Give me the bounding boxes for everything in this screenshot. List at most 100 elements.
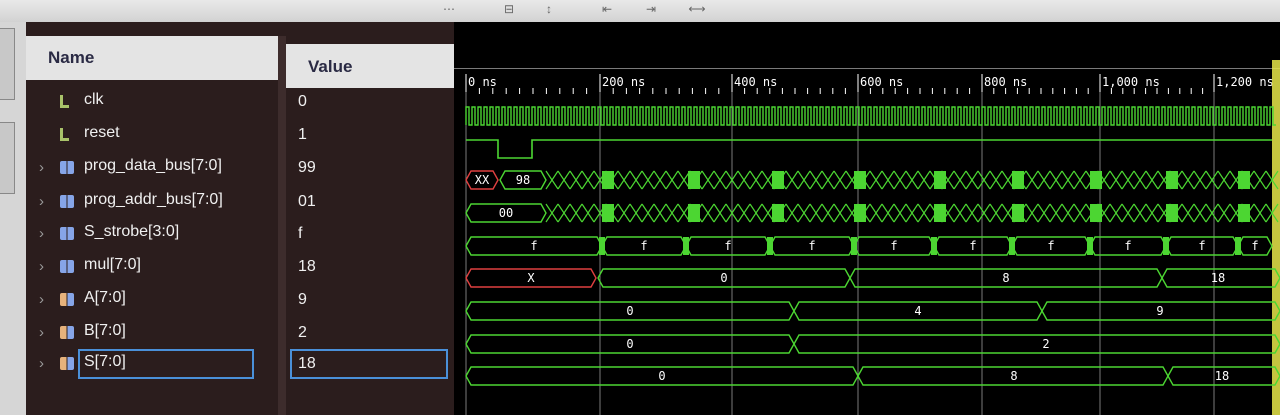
waveform-value-label: f [1124, 239, 1131, 253]
signal-row[interactable]: › prog_data_bus[7:0] 99 [26, 152, 454, 184]
prog-data-bus-transition [749, 170, 763, 190]
prog-data-bus-transition [545, 170, 559, 190]
prog-data-bus-dense-block [854, 171, 866, 189]
waveform-value-label: f [890, 239, 897, 253]
signal-row[interactable]: › mul[7:0] 18 [26, 251, 454, 283]
prog-addr-bus-transition [1109, 203, 1123, 223]
waveform-value-label: f [808, 239, 815, 253]
toolbar-button-3[interactable]: ↕ [538, 0, 560, 18]
expand-chevron-icon[interactable]: › [39, 258, 44, 275]
toolbar: ⋯ ⊟ ↕ ⇤ ⇥ ⟷ [0, 0, 1280, 22]
waveform-value-label: 18 [1215, 369, 1229, 383]
toolbar-button-2[interactable]: ⊟ [498, 0, 520, 18]
waveform-canvas[interactable]: 0 ns 200 ns 400 ns 600 ns 800 ns 1,000 ns 1,20… [454, 22, 1280, 415]
expand-chevron-icon[interactable]: › [39, 193, 44, 210]
prog-addr-bus-transition [821, 203, 835, 223]
prog-data-bus-transition [1253, 170, 1267, 190]
signal-wire-icon [60, 128, 69, 141]
time-tick-label: 0 ns [468, 75, 497, 89]
prog-addr-bus-dense-block [854, 204, 866, 222]
waveform-value-label: X [527, 271, 535, 285]
prog-addr-bus-transition [785, 203, 799, 223]
time-tick-label: 600 ns [860, 75, 903, 89]
prog-data-bus-transition [797, 170, 811, 190]
prog-data-bus-transition [905, 170, 919, 190]
name-column-header[interactable]: Name [26, 36, 278, 80]
prog-addr-bus-transition [833, 203, 847, 223]
prog-addr-bus-transition [953, 203, 967, 223]
prog-data-bus-transition [917, 170, 931, 190]
signal-bus-icon [60, 161, 74, 174]
signal-row[interactable]: › A[7:0] 9 [26, 284, 454, 316]
value-column-header[interactable]: Value [286, 44, 454, 88]
signal-row[interactable]: reset 1 [26, 119, 454, 151]
waveform-value-label: 18 [1211, 271, 1225, 285]
waveform-value-label: f [724, 239, 731, 253]
prog-addr-bus-transition [629, 203, 643, 223]
prog-addr-bus-transition [713, 203, 727, 223]
signal-bus-icon [60, 293, 74, 306]
prog-data-bus-transition [557, 170, 571, 190]
waveform-value-label: f [1251, 239, 1258, 253]
waveform-panel[interactable]: 0 ns 200 ns 400 ns 600 ns 800 ns 1,000 ns 1,20… [454, 22, 1280, 415]
signal-row[interactable]: › S_strobe[3:0] f [26, 218, 454, 250]
s-strobe-dense-block [1163, 237, 1169, 255]
prog-addr-bus-dense-block [1166, 204, 1178, 222]
prog-addr-bus-transition [1181, 203, 1195, 223]
side-tab-1[interactable] [0, 28, 15, 100]
prog-addr-bus-transition [653, 203, 667, 223]
reset-waveform [466, 139, 1272, 159]
waveform-value-label: 9 [1156, 304, 1163, 318]
time-tick-label: 200 ns [602, 75, 645, 89]
signal-row[interactable]: clk 0 [26, 86, 454, 118]
s-strobe-dense-block [1009, 237, 1015, 255]
signal-value: f [298, 225, 303, 242]
signal-name: clk [84, 91, 104, 108]
prog-data-bus-transition [713, 170, 727, 190]
prog-data-bus-transition [1145, 170, 1159, 190]
selected-value-outline [290, 349, 448, 379]
prog-addr-bus-transition [977, 203, 991, 223]
expand-chevron-icon[interactable]: › [39, 324, 44, 341]
prog-addr-bus-transition [869, 203, 883, 223]
prog-addr-bus-transition [557, 203, 571, 223]
expand-chevron-icon[interactable]: › [39, 159, 44, 176]
prog-data-bus-transition [1049, 170, 1063, 190]
prog-data-bus-transition [629, 170, 643, 190]
signal-bus-icon [60, 260, 74, 273]
signal-name: prog_addr_bus[7:0] [84, 191, 223, 208]
prog-addr-bus-transition [893, 203, 907, 223]
waveform-value-label: XX [475, 173, 490, 187]
expand-chevron-icon[interactable]: › [39, 291, 44, 308]
prog-addr-bus-transition [881, 203, 895, 223]
zoom-fit-icon[interactable]: ⟷ [686, 0, 708, 18]
signal-row[interactable]: › B[7:0] 2 [26, 317, 454, 349]
toolbar-button-1[interactable]: ⋯ [438, 0, 460, 18]
prog-addr-bus-transition [581, 203, 595, 223]
prog-addr-bus-transition [749, 203, 763, 223]
prog-data-bus-dense-block [1238, 171, 1250, 189]
prog-data-bus-transition [1073, 170, 1087, 190]
prog-addr-bus-transition [965, 203, 979, 223]
time-tick-label: 400 ns [734, 75, 777, 89]
time-tick-label: 800 ns [984, 75, 1027, 89]
signal-value: 0 [298, 93, 307, 110]
prog-addr-bus-transition [1145, 203, 1159, 223]
side-tab-2[interactable] [0, 122, 15, 194]
signal-name-panel: Name Value clk 0 reset 1 › prog_data_bus[7:0]… [26, 22, 454, 415]
s-strobe-dense-block [1087, 237, 1093, 255]
expand-chevron-icon[interactable]: › [39, 355, 44, 372]
prog-data-bus-transition [617, 170, 631, 190]
go-to-end-icon[interactable]: ⇥ [640, 0, 662, 18]
signal-row[interactable]: › S[7:0] 18 [26, 348, 454, 380]
go-to-start-icon[interactable]: ⇤ [596, 0, 618, 18]
prog-addr-bus-transition [1205, 203, 1219, 223]
signal-row[interactable]: › prog_addr_bus[7:0] 01 [26, 186, 454, 218]
prog-addr-bus-transition [665, 203, 679, 223]
prog-data-bus-dense-block [1090, 171, 1102, 189]
left-gutter [0, 22, 26, 415]
prog-data-bus-transition [1061, 170, 1075, 190]
signal-bus-icon [60, 326, 74, 339]
prog-addr-bus-transition [1217, 203, 1231, 223]
expand-chevron-icon[interactable]: › [39, 225, 44, 242]
